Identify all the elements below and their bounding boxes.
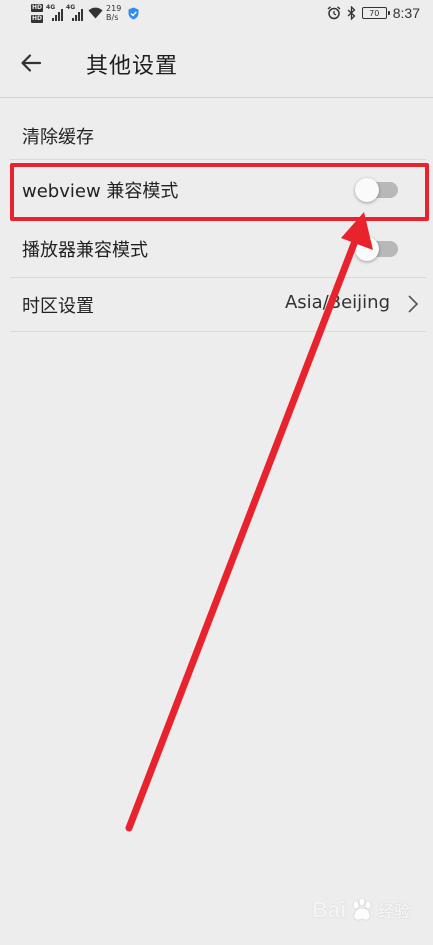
- setting-row-player-compat[interactable]: 播放器兼容模式: [10, 220, 426, 278]
- battery-icon: 70: [361, 7, 390, 19]
- network-type-label: 4G: [66, 4, 76, 11]
- annotation-highlight-box: [10, 163, 429, 221]
- network-speed: 219 B/s: [106, 4, 121, 22]
- status-bar: HD HD 4G 4G 219 B/s 70 8:37: [0, 0, 433, 26]
- signal-group-2: 4G: [66, 4, 84, 21]
- watermark-sub: 经验: [378, 902, 411, 921]
- toggle-knob: [355, 237, 379, 261]
- setting-label: 时区设置: [22, 296, 94, 317]
- hd-badge: HD: [31, 3, 44, 12]
- chevron-right-icon: [408, 295, 419, 313]
- page-title: 其他设置: [86, 54, 179, 79]
- player-compat-toggle[interactable]: [355, 237, 398, 261]
- status-bar-left: HD HD 4G 4G 219 B/s: [31, 2, 139, 24]
- watermark: Bai 经验: [312, 890, 410, 930]
- bluetooth-icon: [347, 6, 356, 20]
- hd-badges: HD HD: [31, 3, 44, 23]
- network-speed-value: 219: [106, 4, 122, 13]
- status-bar-right: 70 8:37: [327, 3, 420, 23]
- alarm-icon: [327, 6, 341, 20]
- hd-badge: HD: [31, 14, 44, 23]
- watermark-text: Bai: [312, 897, 347, 922]
- status-time: 8:37: [392, 5, 420, 21]
- network-type-label: 4G: [46, 4, 56, 11]
- wifi-icon: [88, 7, 103, 19]
- arrow-left-icon[interactable]: [18, 50, 44, 76]
- setting-row-clear-cache[interactable]: 清除缓存: [10, 99, 426, 160]
- paw-logo-icon: [352, 897, 372, 921]
- battery-level: 70: [369, 8, 380, 18]
- app-bar: 其他设置: [0, 26, 433, 98]
- setting-row-timezone[interactable]: 时区设置 Asia/Beijing: [10, 278, 426, 332]
- setting-label: 清除缓存: [22, 127, 94, 148]
- signal-group-1: 4G: [46, 4, 64, 21]
- timezone-value: Asia/Beijing: [284, 292, 390, 313]
- network-speed-unit: B/s: [106, 13, 119, 22]
- shield-icon: [128, 7, 139, 19]
- setting-label: 播放器兼容模式: [22, 240, 148, 261]
